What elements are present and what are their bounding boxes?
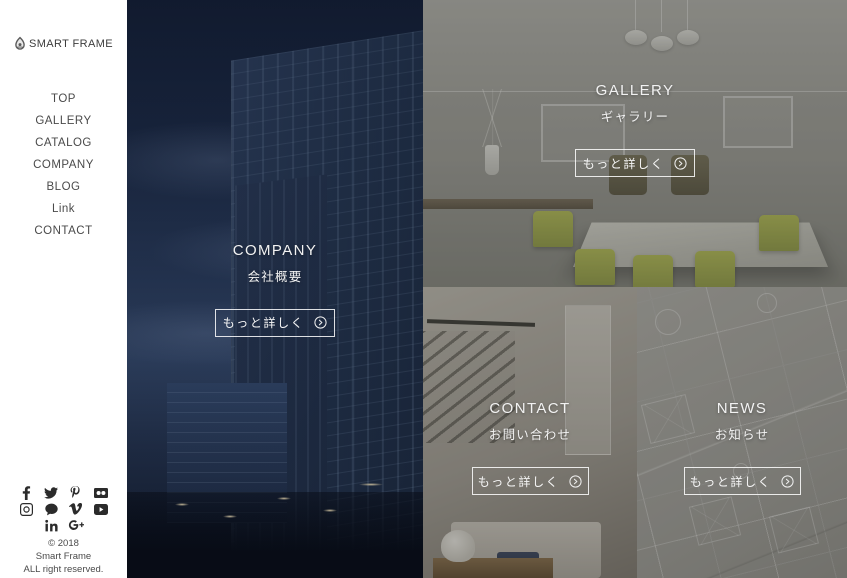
shield-logo-icon — [14, 36, 26, 51]
social-links — [0, 485, 127, 533]
message-icon[interactable] — [39, 501, 64, 517]
contact-more-label: もっと詳しく — [477, 474, 560, 489]
company-title-en: COMPANY — [232, 241, 318, 259]
gallery-title-ja: ギャラリー — [600, 110, 670, 124]
circle-arrow-right-icon — [569, 474, 582, 488]
gallery-title-en: GALLERY — [595, 82, 675, 99]
content-grid: COMPANY 会社概要 もっと詳しく GALLERY ギャラリー もっと詳しく… — [127, 0, 847, 578]
circle-arrow-right-icon — [781, 474, 794, 488]
social-row-2 — [14, 501, 113, 517]
news-more-label: もっと詳しく — [689, 474, 772, 489]
panel-news[interactable]: NEWS お知らせ もっと詳しく — [637, 287, 847, 578]
copyright-line-3: ALL right reserved. — [23, 564, 104, 575]
vimeo-icon[interactable] — [64, 501, 89, 517]
contact-title-en: CONTACT — [489, 400, 571, 417]
news-title-ja: お知らせ — [714, 428, 770, 442]
panel-gallery[interactable]: GALLERY ギャラリー もっと詳しく — [423, 0, 847, 287]
news-content: NEWS お知らせ もっと詳しく — [637, 400, 847, 495]
nav-item-blog[interactable]: BLOG — [0, 176, 127, 198]
nav-item-top[interactable]: TOP — [0, 88, 127, 110]
copyright-line-2: Smart Frame — [35, 551, 92, 562]
flickr-icon[interactable] — [88, 485, 113, 501]
company-more-button[interactable]: もっと詳しく — [215, 308, 335, 337]
twitter-icon[interactable] — [39, 485, 64, 501]
nav-item-catalog[interactable]: CATALOG — [0, 132, 127, 154]
contact-title-ja: お問い合わせ — [488, 428, 572, 442]
linkedin-icon[interactable] — [39, 517, 64, 533]
nav-item-gallery[interactable]: GALLERY — [0, 110, 127, 132]
news-title-en: NEWS — [716, 400, 768, 417]
company-more-label: もっと詳しく — [222, 316, 305, 330]
circle-arrow-right-icon — [314, 316, 327, 329]
nav-item-contact[interactable]: CONTACT — [0, 220, 127, 242]
contact-content: CONTACT お問い合わせ もっと詳しく — [423, 400, 637, 495]
facebook-icon[interactable] — [14, 485, 39, 501]
gallery-more-button[interactable]: もっと詳しく — [575, 149, 695, 177]
gallery-content: GALLERY ギャラリー もっと詳しく — [423, 82, 847, 177]
company-content: COMPANY 会社概要 もっと詳しく — [127, 242, 423, 337]
site-logo-text: SMART FRAME — [28, 37, 114, 50]
panel-contact[interactable]: CONTACT お問い合わせ もっと詳しく — [423, 287, 637, 578]
main-navigation: TOP GALLERY CATALOG COMPANY BLOG Link CO… — [0, 88, 127, 242]
company-title-ja: 会社概要 — [247, 269, 303, 284]
gallery-more-label: もっと詳しく — [582, 156, 665, 171]
nav-item-link[interactable]: Link — [0, 198, 127, 220]
news-more-button[interactable]: もっと詳しく — [683, 467, 801, 495]
page-root: SMART FRAME TOP GALLERY CATALOG COMPANY … — [0, 0, 847, 578]
googleplus-icon[interactable] — [64, 517, 89, 533]
site-logo[interactable]: SMART FRAME — [0, 36, 127, 51]
social-row-1 — [14, 485, 113, 501]
nav-item-company[interactable]: COMPANY — [0, 154, 127, 176]
panel-company[interactable]: COMPANY 会社概要 もっと詳しく — [127, 0, 423, 578]
footer-copyright: © 2018 Smart Frame ALL right reserved. — [0, 537, 127, 576]
circle-arrow-right-icon — [674, 156, 687, 170]
sidebar: SMART FRAME TOP GALLERY CATALOG COMPANY … — [0, 0, 127, 578]
instagram-icon[interactable] — [14, 501, 39, 517]
youtube-icon[interactable] — [88, 501, 113, 517]
copyright-line-1: © 2018 — [48, 538, 79, 549]
social-row-3 — [14, 517, 113, 533]
pinterest-icon[interactable] — [64, 485, 89, 501]
contact-more-button[interactable]: もっと詳しく — [471, 467, 589, 495]
